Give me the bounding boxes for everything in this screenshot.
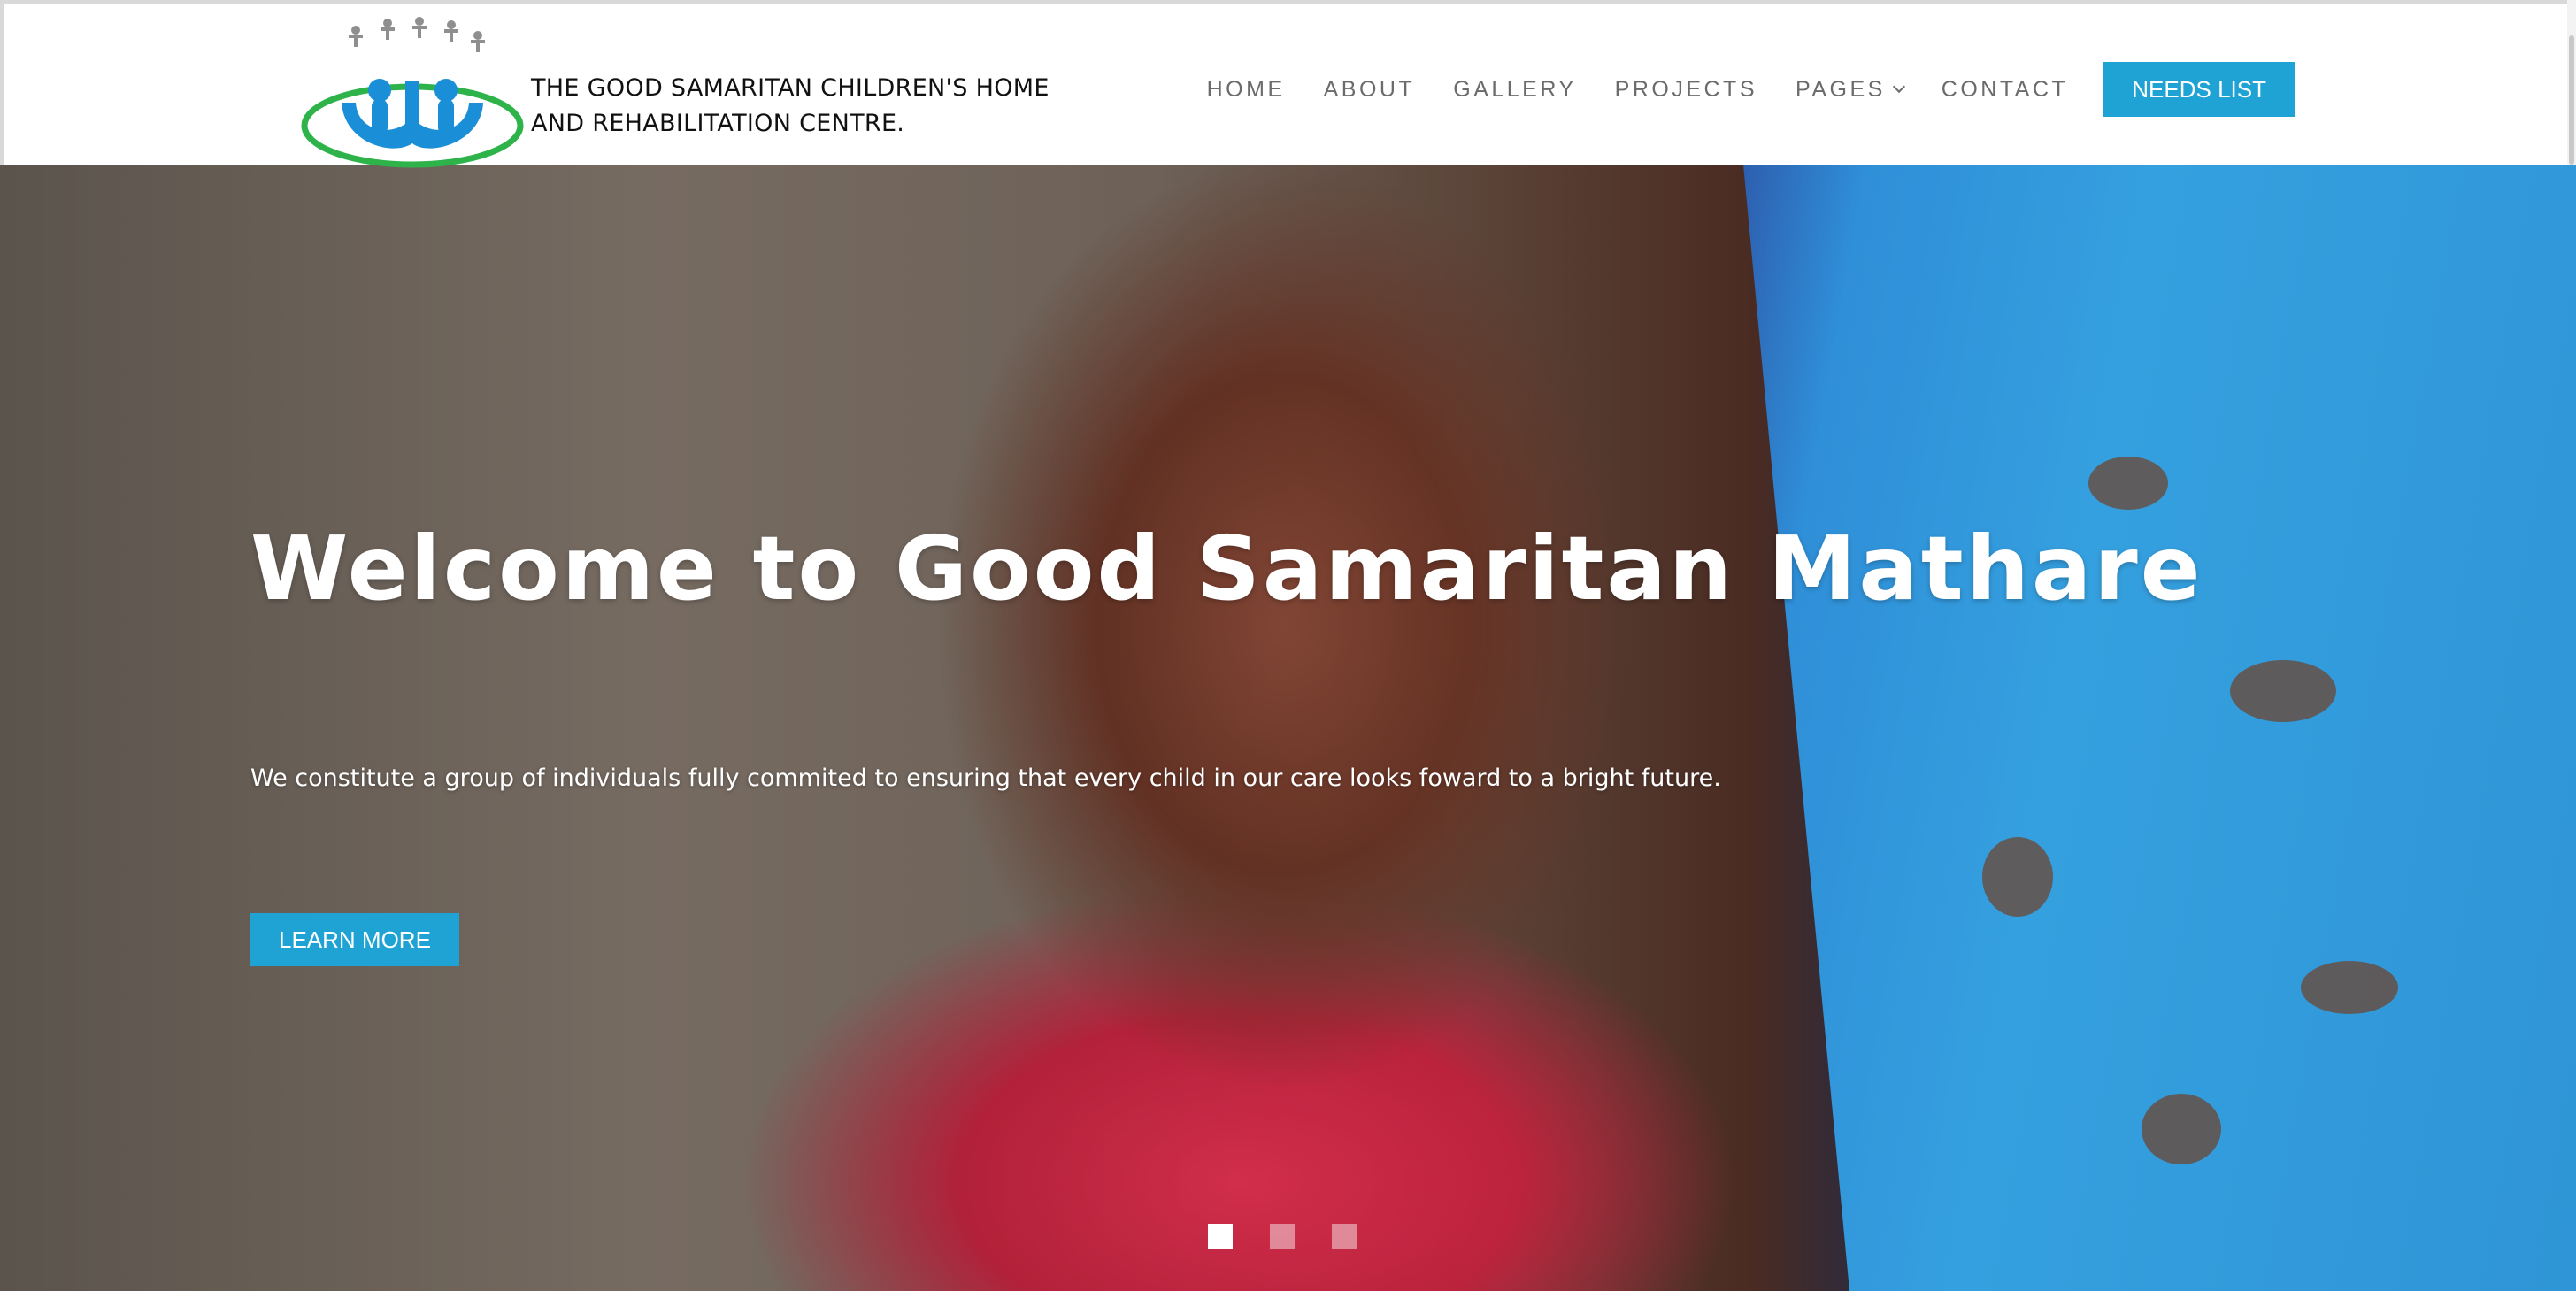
brand-name-line2: AND REHABILITATION CENTRE. xyxy=(531,110,905,137)
brand-name-line1: THE GOOD SAMARITAN CHILDREN'S HOME xyxy=(531,74,1050,102)
chevron-down-icon xyxy=(1892,80,1905,94)
learn-more-button[interactable]: LEARN MORE xyxy=(250,913,459,966)
brand-name[interactable]: THE GOOD SAMARITAN CHILDREN'S HOME AND R… xyxy=(531,71,1050,142)
nav-item-pages-label: PAGES xyxy=(1796,76,1886,102)
hero-subtitle: We constitute a group of individuals ful… xyxy=(250,765,1721,792)
hero-overlay xyxy=(0,165,2576,1291)
slide-dot-1[interactable] xyxy=(1208,1224,1233,1249)
slider-pagination xyxy=(1208,1224,1394,1249)
site-logo[interactable] xyxy=(296,11,534,168)
slide-dot-3[interactable] xyxy=(1332,1224,1357,1249)
nav-item-gallery[interactable]: GALLERY xyxy=(1453,77,1576,103)
nav-item-pages[interactable]: PAGES xyxy=(1796,76,1905,103)
nav-item-projects[interactable]: PROJECTS xyxy=(1615,77,1757,103)
children-holding-hands-logo xyxy=(301,17,524,168)
main-navigation: HOME ABOUT GALLERY PROJECTS PAGES CONTAC… xyxy=(1207,62,2295,117)
site-header: THE GOOD SAMARITAN CHILDREN'S HOME AND R… xyxy=(0,0,2576,168)
needs-list-button[interactable]: NEEDS LIST xyxy=(2103,62,2295,117)
scrollbar-thumb[interactable] xyxy=(2569,35,2574,165)
scrollbar[interactable] xyxy=(2567,0,2576,165)
nav-item-home[interactable]: HOME xyxy=(1207,77,1286,103)
nav-item-contact[interactable]: CONTACT xyxy=(1942,77,2068,103)
slide-dot-2[interactable] xyxy=(1270,1224,1295,1249)
nav-item-about[interactable]: ABOUT xyxy=(1324,77,1416,103)
hero-slider: Welcome to Good Samaritan Mathare We con… xyxy=(0,165,2576,1291)
hero-title: Welcome to Good Samaritan Mathare xyxy=(250,517,2203,620)
